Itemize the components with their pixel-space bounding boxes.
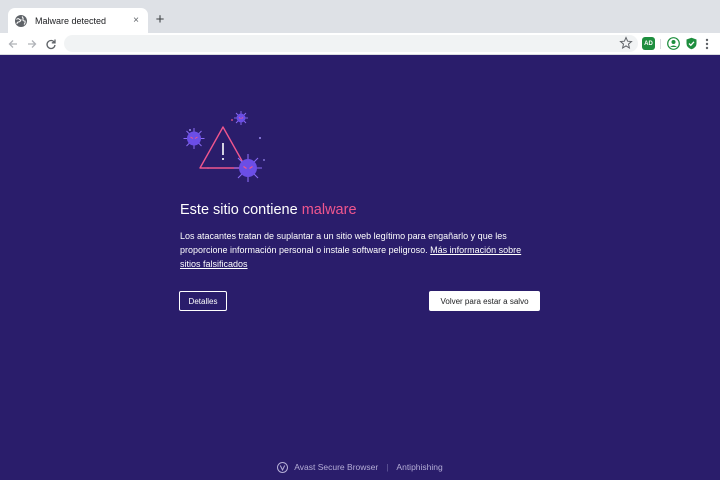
address-input[interactable] xyxy=(64,36,638,54)
profile-icon[interactable] xyxy=(667,37,680,50)
address-bar[interactable] xyxy=(64,35,638,54)
forward-arrow-icon[interactable] xyxy=(24,36,40,52)
toolbar: AD xyxy=(0,33,720,55)
shield-check-icon[interactable] xyxy=(685,37,698,50)
footer-separator: | xyxy=(386,462,389,472)
back-to-safety-button[interactable]: Volver para estar a salvo xyxy=(429,291,540,311)
toolbar-divider xyxy=(660,39,661,49)
warning-description: Los atacantes tratan de suplantar a un s… xyxy=(180,229,540,271)
bookmark-star-icon[interactable] xyxy=(619,36,633,50)
tab-strip: Malware detected × + xyxy=(0,0,720,33)
back-arrow-icon[interactable] xyxy=(5,36,21,52)
page-title: Este sitio contiene malware xyxy=(180,202,357,218)
adblock-icon[interactable]: AD xyxy=(642,37,655,50)
page-title-accent: malware xyxy=(301,202,357,218)
footer-feature: Antiphishing xyxy=(396,462,443,472)
reload-icon[interactable] xyxy=(43,36,59,52)
tab-close-icon[interactable]: × xyxy=(130,15,142,26)
page-title-prefix: Este sitio contiene xyxy=(180,202,302,218)
globe-icon xyxy=(14,14,28,28)
tab-title: Malware detected xyxy=(35,15,107,26)
new-tab-button[interactable]: + xyxy=(152,12,168,28)
malware-illustration xyxy=(180,108,270,188)
tab-malware-detected[interactable]: Malware detected × xyxy=(8,8,148,33)
footer-brand: Avast Secure Browser xyxy=(294,462,379,472)
footer: Avast Secure Browser | Antiphishing xyxy=(0,460,720,474)
avast-logo-icon xyxy=(277,461,289,473)
details-button[interactable]: Detalles xyxy=(179,291,227,311)
menu-dots-icon[interactable] xyxy=(702,37,712,50)
